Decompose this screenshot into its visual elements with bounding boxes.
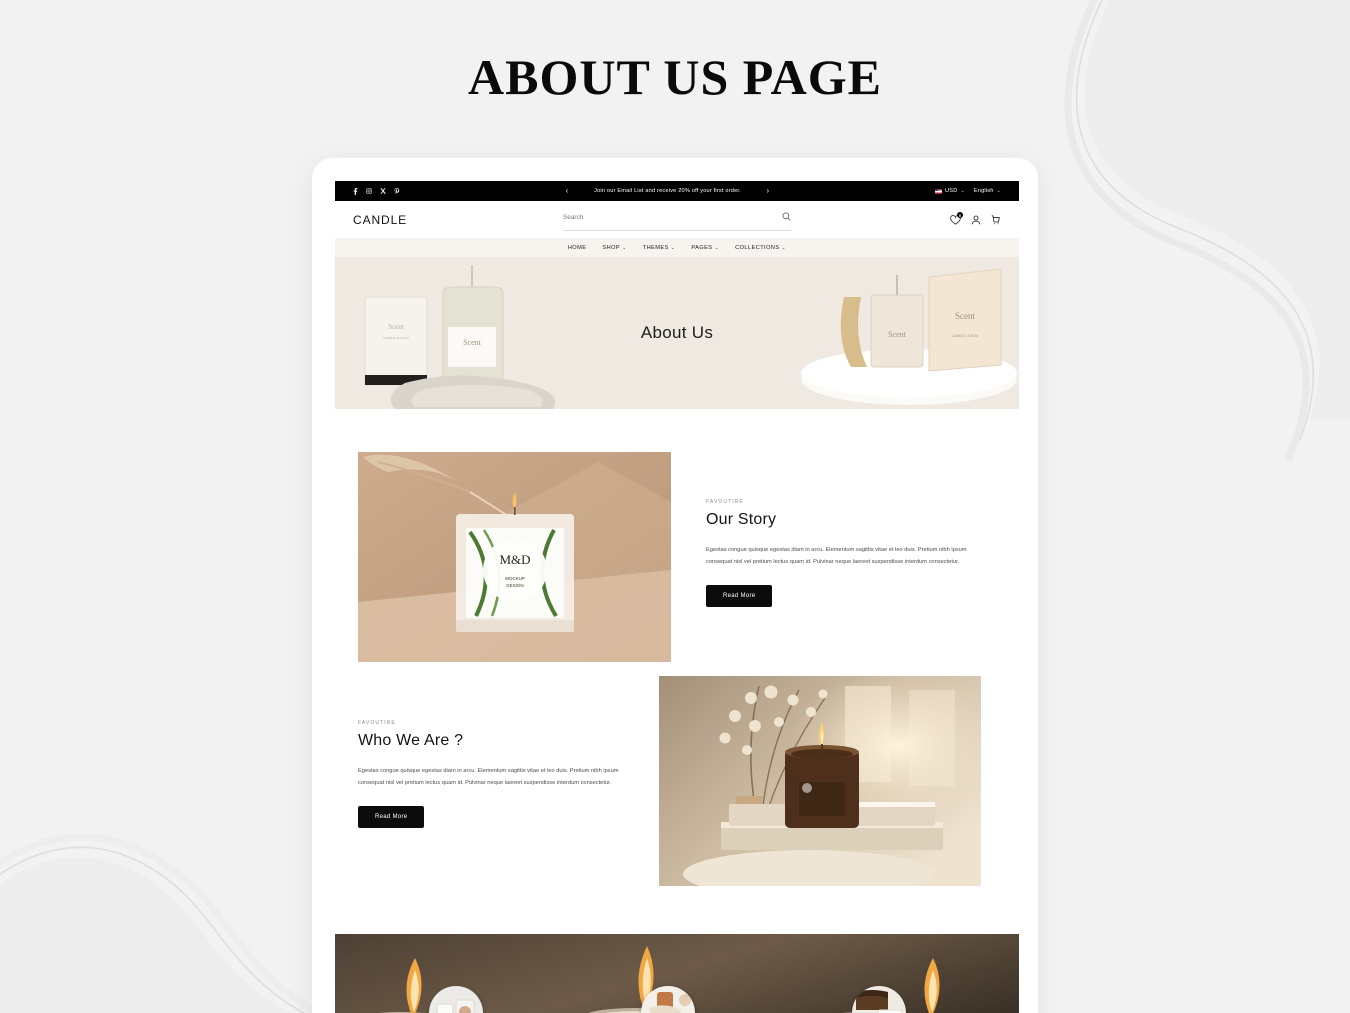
nav-item-collections[interactable]: COLLECTIONS ⌄ (735, 245, 786, 251)
svg-text:DESIGN: DESIGN (506, 583, 523, 588)
us-flag-icon (935, 188, 943, 194)
svg-text:M&D: M&D (499, 552, 530, 567)
wishlist-count-badge: 0 (957, 212, 963, 218)
hero-banner: Scent CANDLE MOCKUP Scent Scent Scent CA… (335, 257, 1019, 409)
who-we-are-body: Egestas congue quisque egestas diam in a… (358, 768, 619, 786)
nav-label: COLLECTIONS (735, 244, 780, 251)
search-bar (563, 208, 791, 231)
who-we-are-read-more-button[interactable]: Read More (358, 806, 425, 829)
our-story-body: Egestas congue quisque egestas diam in a… (706, 547, 967, 565)
our-story-eyebrow: FAVOUTIRE (706, 499, 744, 505)
nav-label: SHOP (602, 244, 621, 251)
nav-item-pages[interactable]: PAGES ⌄ (691, 245, 719, 251)
announcement-bar: ‹ Join our Email List and receive 20% of… (335, 181, 1019, 201)
nav-label: PAGES (691, 244, 713, 251)
nav-item-home[interactable]: HOME (568, 245, 587, 251)
who-we-are-eyebrow: FAVOUTIRE (358, 720, 396, 726)
hero-title: About Us (640, 323, 714, 342)
chevron-down-icon: ⌄ (714, 244, 720, 251)
nav-item-themes[interactable]: THEMES ⌄ (643, 245, 676, 251)
main-navigation: HOME SHOP ⌄ THEMES ⌄ PAGES ⌄ COLLECTIONS… (335, 238, 1019, 257)
announcement-prev-arrow[interactable]: ‹ (562, 187, 573, 195)
search-input[interactable] (563, 213, 782, 221)
our-story-heading: Our Story (706, 511, 777, 528)
currency-label: USD (945, 188, 958, 194)
site-logo[interactable]: CANDLE (353, 213, 407, 227)
site-header: CANDLE 0 (335, 201, 1019, 238)
language-label: English (973, 188, 994, 194)
bottom-candle-banner (335, 934, 1019, 1013)
nav-label: HOME (567, 244, 587, 251)
who-we-are-heading: Who We Are ? (358, 732, 464, 749)
announcement-message: Join our Email List and receive 20% off … (594, 188, 741, 194)
x-twitter-icon[interactable] (380, 188, 386, 194)
svg-text:MOCKUP: MOCKUP (505, 576, 525, 581)
section-our-story: M&D MOCKUP DESIGN FAVOUTIRE Our Story Eg… (335, 452, 1019, 662)
our-story-text: FAVOUTIRE Our Story Egestas congue quisq… (671, 452, 971, 608)
header-icons: 0 (950, 212, 1001, 225)
shopping-cart-icon[interactable] (990, 214, 1001, 225)
our-story-image: M&D MOCKUP DESIGN (358, 452, 671, 662)
nav-label: THEMES (642, 244, 669, 251)
language-selector[interactable]: English ⌄ (974, 188, 1001, 194)
facebook-icon[interactable] (353, 187, 358, 195)
amber-candle-photo (659, 676, 981, 886)
page-title: ABOUT US PAGE (467, 49, 882, 105)
currency-selector[interactable]: USD ⌄ (935, 188, 965, 194)
who-we-are-text: FAVOUTIRE Who We Are ? Egestas congue qu… (335, 676, 635, 829)
announcement-carousel: ‹ Join our Email List and receive 20% of… (400, 187, 935, 195)
search-icon[interactable] (782, 208, 791, 226)
wishlist-heart-icon[interactable]: 0 (950, 212, 963, 225)
who-we-are-image (659, 676, 981, 886)
chevron-down-icon: ⌄ (670, 244, 676, 251)
section-who-we-are: FAVOUTIRE Who We Are ? Egestas congue qu… (335, 676, 1019, 886)
candle-photo-mockup-design: M&D MOCKUP DESIGN (358, 452, 671, 662)
social-links (353, 187, 400, 195)
announcement-next-arrow[interactable]: › (763, 187, 774, 195)
locale-selectors: USD ⌄ English ⌄ (935, 188, 1001, 194)
account-user-icon[interactable] (970, 214, 981, 225)
svg-text:Scent: Scent (955, 311, 975, 321)
our-story-read-more-button[interactable]: Read More (706, 585, 773, 608)
website-preview: ‹ Join our Email List and receive 20% of… (335, 181, 1019, 1013)
chevron-down-icon: ⌄ (781, 244, 787, 251)
chevron-down-icon: ⌄ (622, 244, 627, 251)
chevron-down-icon: ⌄ (996, 188, 1001, 194)
nav-item-shop[interactable]: SHOP ⌄ (602, 245, 626, 251)
pinterest-icon[interactable] (394, 187, 400, 195)
device-frame: ‹ Join our Email List and receive 20% of… (312, 158, 1038, 1013)
chevron-down-icon: ⌄ (960, 188, 965, 194)
instagram-icon[interactable] (366, 188, 372, 194)
